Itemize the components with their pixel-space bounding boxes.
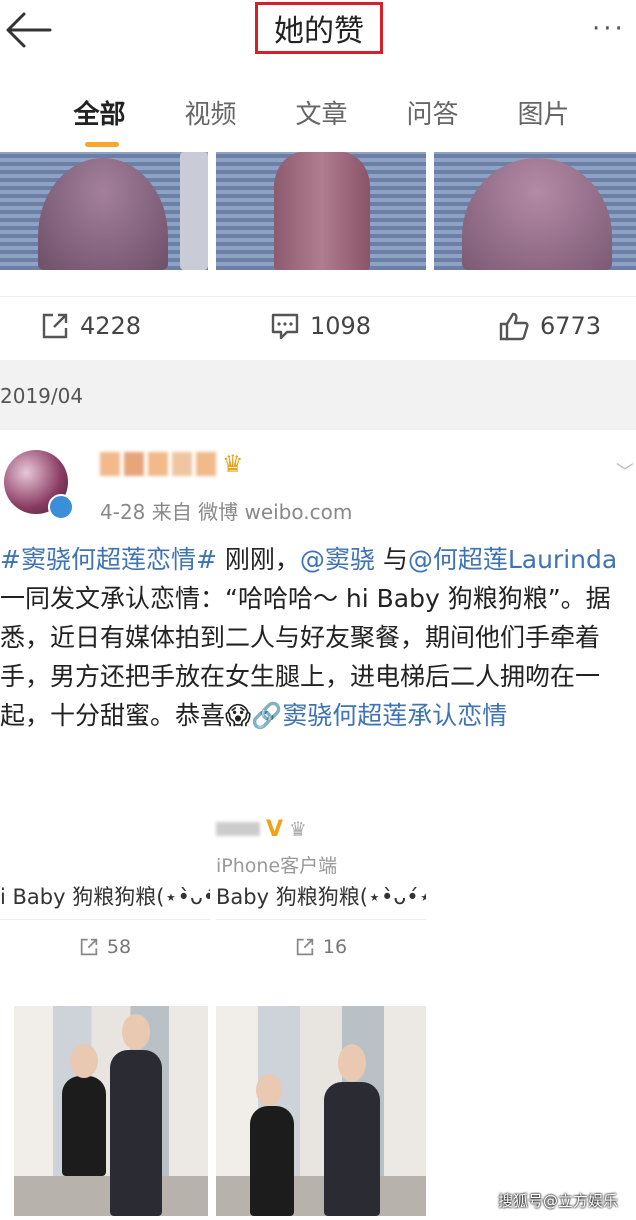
post-image-2[interactable]	[216, 152, 426, 270]
mention-link[interactable]: @何超莲Laurinda	[408, 545, 617, 574]
card-photo-1[interactable]	[14, 1006, 208, 1216]
comment-icon	[271, 313, 299, 340]
tab-all[interactable]: 全部	[44, 72, 155, 150]
chevron-down-icon[interactable]: ﹀	[616, 458, 634, 484]
repost-icon	[80, 938, 98, 956]
repost-icon	[296, 938, 314, 956]
repost-button[interactable]: 4228	[40, 311, 141, 341]
tab-video[interactable]: 视频	[155, 72, 266, 150]
post-text: #窦骁何超莲恋情# 刚刚，@窦骁 与@何超莲Laurinda 一同发文承认恋情：…	[0, 540, 636, 735]
mention-link[interactable]: @窦骁	[300, 545, 375, 574]
like-button[interactable]: 6773	[498, 311, 601, 341]
comment-button[interactable]: 1098	[270, 311, 371, 341]
card-source: iPhone客户端	[216, 855, 338, 877]
username-blurred[interactable]	[100, 452, 216, 480]
comment-count: 1098	[310, 312, 372, 340]
crown-icon: ♛	[289, 817, 307, 841]
card-repost-count: 58	[106, 936, 132, 958]
card-source	[0, 851, 210, 875]
tab-article[interactable]: 文章	[266, 72, 377, 150]
repost-icon	[42, 313, 68, 339]
post-text-part: 刚刚，	[216, 545, 300, 574]
card-repost-count: 16	[322, 936, 348, 958]
crown-icon: ♛	[222, 450, 244, 478]
post-meta: 4-28 来自 微博 weibo.com	[100, 500, 353, 524]
tab-bar: 全部 视频 文章 问答 图片	[0, 72, 636, 150]
more-options-icon[interactable]: ···	[592, 16, 632, 42]
tab-pictures[interactable]: 图片	[488, 72, 599, 150]
repost-count: 4228	[80, 312, 142, 340]
page-title: 她的赞	[255, 2, 383, 54]
post-action-bar: 4228 1098 6773	[0, 296, 636, 361]
back-arrow-icon[interactable]	[4, 10, 54, 50]
post-text-part: 与	[374, 545, 408, 574]
topic-link[interactable]: 🔗窦骁何超莲承认恋情	[251, 701, 507, 730]
post-image-1[interactable]	[0, 152, 208, 270]
card-text: Baby 狗粮狗粮(⋆•̀ᴗ•́⋆	[216, 885, 426, 909]
date-separator-bar	[0, 360, 636, 430]
embedded-post-card[interactable]: V ♛ iPhone客户端 Baby 狗粮狗粮(⋆•̀ᴗ•́⋆ 16	[216, 815, 426, 960]
vip-v-icon: V	[266, 816, 284, 842]
verified-badge-icon	[48, 494, 74, 520]
like-count: 6773	[540, 312, 602, 340]
card-photo-2[interactable]	[216, 1006, 426, 1216]
card-repost-button[interactable]: 58	[0, 934, 210, 960]
tab-qa[interactable]: 问答	[377, 72, 488, 150]
hashtag-link[interactable]: #窦骁何超莲恋情#	[0, 545, 217, 574]
embedded-post-card[interactable]: i Baby 狗粮狗粮(⋆•̀ᴗ•́⋆ 58	[0, 815, 210, 960]
thumbs-up-icon	[499, 312, 529, 341]
date-separator: 2019/04	[0, 384, 84, 408]
watermark: 搜狐号@立方娱乐	[498, 1192, 619, 1210]
card-repost-button[interactable]: 16	[216, 934, 426, 960]
scream-emoji-icon: 😱	[225, 701, 252, 730]
post-image-3[interactable]	[434, 152, 636, 270]
card-text: i Baby 狗粮狗粮(⋆•̀ᴗ•́⋆	[0, 885, 210, 909]
